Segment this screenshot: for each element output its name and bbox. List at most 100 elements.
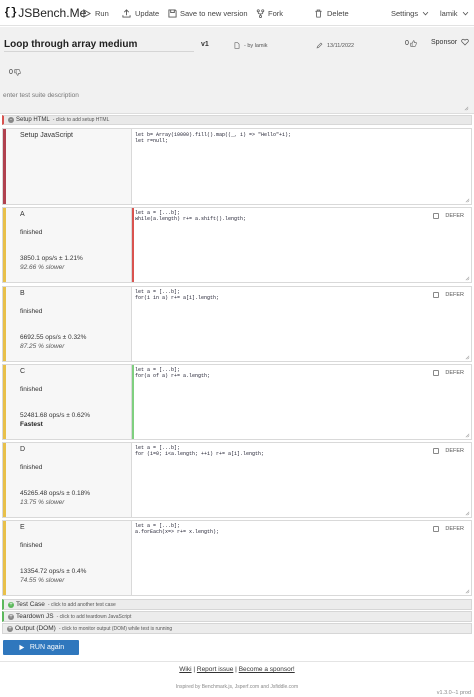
test-code-editor[interactable]: let a = [...b]; a.forEach(x=> r+= x.lengt… — [132, 521, 471, 595]
author-info: - by lamik — [234, 42, 268, 49]
add-test-case-bar[interactable]: + Test Case - click to add another test … — [2, 599, 472, 610]
suite-description-input[interactable]: enter test suite description — [3, 92, 470, 112]
plus-icon: + — [7, 625, 13, 632]
defer-label: DEFER — [445, 292, 464, 298]
defer-label: DEFER — [445, 526, 464, 532]
setup-js-code-editor[interactable]: let b= Array(10000).fill().map((_, i) =>… — [132, 129, 471, 204]
brand-name: JSBench.Me — [18, 6, 87, 20]
run-again-button[interactable]: RUN again — [3, 640, 79, 655]
chevron-down-icon — [422, 11, 429, 16]
run-again-label: RUN again — [29, 644, 65, 651]
test-ops: 52481.68 ops/s ± 0.62% — [20, 412, 91, 419]
resize-handle-icon[interactable] — [465, 589, 470, 594]
fork-label: Fork — [268, 8, 283, 18]
test-name[interactable]: D — [20, 446, 25, 453]
like-button[interactable]: 0 — [405, 40, 417, 47]
setup-js-side: Setup JavaScript — [6, 129, 132, 204]
run-button[interactable]: Run — [82, 0, 109, 26]
setup-html-hint: - click to add setup HTML — [52, 117, 110, 123]
document-icon — [234, 42, 240, 49]
settings-dropdown[interactable]: Settings — [391, 0, 429, 26]
save-new-version-button[interactable]: Save to new version — [168, 0, 248, 26]
dislike-button[interactable]: 0 — [9, 69, 21, 76]
test-status: finished — [20, 308, 43, 315]
fork-button[interactable]: Fork — [256, 0, 283, 26]
code-line: for(i in a) r+= a[i].length; — [135, 295, 220, 301]
resize-handle-icon[interactable] — [465, 276, 470, 281]
suite-title-input[interactable]: Loop through array medium — [4, 39, 137, 50]
play-icon — [83, 8, 91, 18]
test-status: finished — [20, 542, 43, 549]
teardown-js-bar[interactable]: + Teardown JS - click to add teardown Ja… — [2, 611, 472, 622]
test-info: Bfinished 6692.55 ops/s ± 0.32% 87.25 % sl… — [6, 287, 132, 361]
defer-checkbox[interactable]: DEFER — [433, 448, 464, 454]
become-sponsor-link[interactable]: Become a sponsor! — [239, 666, 295, 673]
defer-checkbox[interactable]: DEFER — [433, 292, 464, 298]
output-hint: - click to monitor output (DOM) while te… — [58, 625, 173, 632]
app-version: v1.3.0--1 prod — [436, 690, 471, 696]
description-placeholder: enter test suite description — [3, 92, 79, 99]
test-name[interactable]: C — [20, 368, 25, 375]
fork-icon — [256, 8, 265, 18]
defer-label: DEFER — [445, 448, 464, 454]
checkbox-box — [433, 448, 440, 454]
setup-html-bar[interactable]: - Setup HTML - click to add setup HTML — [2, 115, 472, 125]
code-line: let r=null; — [135, 138, 169, 144]
test-relative-speed: Fastest — [20, 421, 43, 428]
test-code-editor[interactable]: let a = [...b]; for(i in a) r+= a[i].leng… — [132, 287, 471, 361]
defer-checkbox[interactable]: DEFER — [433, 370, 464, 376]
user-menu[interactable]: lamik — [440, 0, 469, 26]
user-name: lamik — [440, 8, 458, 18]
top-bar: {} JSBench.Me Run Update Save to new ver… — [0, 0, 474, 26]
test-relative-speed: 74.55 % slower — [20, 577, 65, 584]
resize-handle-icon[interactable] — [465, 355, 470, 360]
test-ops: 13354.72 ops/s ± 0.4% — [20, 568, 87, 575]
date-label: 13/11/2022 — [327, 42, 355, 49]
checkbox-box — [433, 526, 440, 532]
brand-logo[interactable]: {} JSBench.Me — [4, 0, 86, 26]
resize-handle-icon[interactable] — [465, 511, 470, 516]
test-relative-speed: 87.25 % slower — [20, 343, 65, 350]
test-case-panel: Cfinished 52481.68 ops/s ± 0.62% Fastest le… — [2, 364, 472, 440]
test-code-editor[interactable]: let a = [...b]; for(a of a) r+= a.length;… — [132, 365, 471, 439]
delete-button[interactable]: Delete — [314, 0, 349, 26]
delete-label: Delete — [327, 8, 349, 18]
test-code-editor[interactable]: let a = [...b]; for (i=0; i<a.length; ++i… — [132, 443, 471, 517]
output-dom-bar[interactable]: + Output (DOM) - click to monitor output… — [2, 623, 472, 634]
report-issue-link[interactable]: Report issue — [197, 666, 234, 673]
resize-handle-icon[interactable] — [465, 198, 470, 203]
test-case-panel: Afinished 3850.1 ops/s ± 1.21% 92.66 % slo… — [2, 207, 472, 283]
footer-divider — [0, 661, 474, 662]
test-code-editor[interactable]: let a = [...b]; while(a.length) r+= a.shi… — [132, 208, 471, 282]
code-line: for(a of a) r+= a.length; — [135, 373, 211, 379]
test-case-label: Test Case — [16, 601, 45, 608]
version-label: v1 — [201, 41, 209, 48]
upload-icon — [122, 8, 131, 18]
save-new-version-label: Save to new version — [180, 8, 248, 18]
resize-handle-icon[interactable] — [465, 433, 470, 438]
test-case-hint: - click to add another test case — [47, 601, 116, 608]
wiki-link[interactable]: Wiki — [179, 666, 191, 673]
test-name[interactable]: B — [20, 290, 25, 297]
test-status: finished — [20, 386, 43, 393]
resize-handle-icon[interactable] — [464, 106, 469, 111]
test-ops: 45265.48 ops/s ± 0.18% — [20, 490, 91, 497]
checkbox-box — [433, 213, 440, 219]
pencil-icon — [316, 42, 323, 49]
update-label: Update — [135, 8, 160, 18]
author-label: - by lamik — [244, 42, 268, 49]
test-ops: 6692.55 ops/s ± 0.32% — [20, 334, 87, 341]
setup-html-label: Setup HTML — [16, 117, 50, 123]
code-line: for (i=0; i<a.length; ++i) r+= a[i].leng… — [135, 451, 265, 457]
update-button[interactable]: Update — [122, 0, 159, 26]
output-label: Output (DOM) — [15, 625, 56, 632]
defer-checkbox[interactable]: DEFER — [433, 213, 464, 219]
test-name[interactable]: A — [20, 211, 25, 218]
test-name[interactable]: E — [20, 524, 25, 531]
defer-label: DEFER — [445, 370, 464, 376]
defer-checkbox[interactable]: DEFER — [433, 526, 464, 532]
settings-label: Settings — [391, 8, 419, 18]
code-gutter-mark — [132, 208, 134, 282]
footer-links: Wiki | Report issue | Become a sponsor! — [0, 666, 474, 673]
sponsor-button[interactable]: Sponsor — [431, 38, 469, 46]
